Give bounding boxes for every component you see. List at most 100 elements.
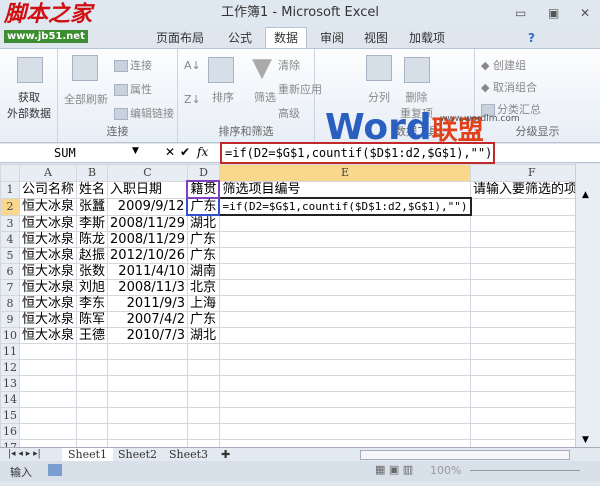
cell-F13[interactable] (470, 375, 575, 392)
cell-B14[interactable] (76, 391, 109, 408)
vertical-scrollbar[interactable]: ▲ ▼ (575, 164, 600, 447)
column-header-B[interactable]: B (76, 164, 109, 182)
cell-E12[interactable] (218, 359, 472, 376)
cell-C17[interactable] (107, 439, 188, 447)
cell-C9[interactable]: 2007/4/2 (107, 311, 188, 328)
column-header-A[interactable]: A (18, 164, 78, 182)
cell-F17[interactable] (470, 439, 575, 447)
cell-F12[interactable] (470, 359, 575, 376)
cell-B7[interactable]: 刘旭 (76, 279, 109, 296)
cell-E5[interactable] (218, 247, 472, 264)
view-buttons[interactable]: ▦ ▣ ▥ (375, 463, 413, 476)
tab-review[interactable]: 审阅 (312, 28, 352, 48)
tab-data[interactable]: 数据 (265, 27, 307, 49)
row-header[interactable]: 6 (0, 263, 20, 280)
cell-A12[interactable] (18, 359, 78, 376)
cell-A17[interactable] (18, 439, 78, 447)
horizontal-scrollbar[interactable] (360, 450, 570, 460)
select-all[interactable] (0, 164, 20, 182)
row-header[interactable]: 10 (0, 327, 20, 344)
cell-C2[interactable]: 2009/9/12 (107, 197, 188, 216)
cell-B9[interactable]: 陈军 (76, 311, 109, 328)
cell-B10[interactable]: 王德 (76, 327, 109, 344)
cell-F8[interactable] (470, 295, 575, 312)
cell-D13[interactable] (186, 375, 220, 392)
cell-A3[interactable]: 恒大冰泉 (18, 214, 78, 232)
cell-C7[interactable]: 2008/11/3 (107, 279, 188, 296)
cell-D1[interactable]: 籍贯 (186, 180, 221, 199)
row-header[interactable]: 15 (0, 407, 20, 424)
filter-button[interactable]: 筛选 (254, 89, 276, 105)
cell-A16[interactable] (18, 423, 78, 440)
cell-C10[interactable]: 2010/7/3 (107, 327, 188, 344)
edit-links-button[interactable]: 编辑链接 (114, 105, 174, 121)
maximize-icon[interactable]: ▣ (548, 6, 559, 20)
cell-B3[interactable]: 李斯 (76, 214, 109, 232)
cell-E11[interactable] (218, 343, 472, 360)
cell-E6[interactable] (218, 263, 472, 280)
cell-C12[interactable] (107, 359, 188, 376)
cell-A1[interactable]: 公司名称 (18, 180, 78, 199)
cell-D5[interactable]: 广东 (186, 247, 220, 264)
row-header[interactable]: 8 (0, 295, 20, 312)
zoom-level[interactable]: 100% (430, 464, 461, 477)
cell-A7[interactable]: 恒大冰泉 (18, 279, 78, 296)
cell-C15[interactable] (107, 407, 188, 424)
sort-desc-icon[interactable]: Z↓ (184, 93, 201, 106)
cell-F5[interactable] (470, 247, 575, 264)
row-header[interactable]: 1 (0, 180, 20, 199)
minimize-icon[interactable]: ▭ (515, 6, 526, 20)
help-icon[interactable]: ? (528, 31, 535, 45)
cell-C6[interactable]: 2011/4/10 (107, 263, 188, 280)
cell-A13[interactable] (18, 375, 78, 392)
spreadsheet-grid[interactable]: ABCDEFG 1公司名称姓名入职日期籍贯筛选项目编号请输入要筛选的项目广东2恒… (0, 164, 575, 447)
cell-A9[interactable]: 恒大冰泉 (18, 311, 78, 328)
row-header[interactable]: 4 (0, 231, 20, 248)
cell-E13[interactable] (218, 375, 472, 392)
cell-C14[interactable] (107, 391, 188, 408)
cell-D9[interactable]: 广东 (186, 311, 220, 328)
text-to-columns-button[interactable]: 分列 (368, 89, 390, 105)
sheet-tab-3[interactable]: Sheet3 (163, 448, 214, 462)
connections-button[interactable]: 连接 (114, 57, 152, 73)
cell-B8[interactable]: 李东 (76, 295, 109, 312)
cell-C1[interactable]: 入职日期 (107, 180, 188, 199)
tab-page-layout[interactable]: 页面布局 (150, 28, 210, 48)
sort-button[interactable]: 排序 (212, 89, 234, 105)
cell-F3[interactable] (470, 214, 575, 232)
cell-C5[interactable]: 2012/10/26 (107, 247, 188, 264)
sort-asc-icon[interactable]: A↓ (184, 59, 201, 72)
cell-A8[interactable]: 恒大冰泉 (18, 295, 78, 312)
row-header[interactable]: 17 (0, 439, 20, 447)
cell-E1[interactable]: 筛选项目编号 (218, 180, 472, 199)
cell-B5[interactable]: 赵振 (76, 247, 109, 264)
sheet-nav-icon[interactable]: |◂ ◂ ▸ ▸| (2, 448, 47, 462)
cell-F4[interactable] (470, 231, 575, 248)
row-header[interactable]: 5 (0, 247, 20, 264)
cell-D3[interactable]: 湖北 (186, 214, 220, 232)
cell-F11[interactable] (470, 343, 575, 360)
cell-E15[interactable] (218, 407, 472, 424)
cell-B16[interactable] (76, 423, 109, 440)
cell-B12[interactable] (76, 359, 109, 376)
properties-button[interactable]: 属性 (114, 81, 152, 97)
cell-A14[interactable] (18, 391, 78, 408)
cell-C13[interactable] (107, 375, 188, 392)
row-header[interactable]: 14 (0, 391, 20, 408)
cell-E7[interactable] (218, 279, 472, 296)
tab-view[interactable]: 视图 (358, 28, 394, 48)
row-header[interactable]: 11 (0, 343, 20, 360)
column-header-C[interactable]: C (107, 164, 188, 182)
cell-D4[interactable]: 广东 (186, 231, 220, 248)
cell-D16[interactable] (186, 423, 220, 440)
row-header[interactable]: 2 (0, 197, 20, 216)
clear-button[interactable]: 清除 (278, 57, 300, 73)
insert-function-icon[interactable]: fx (197, 145, 208, 159)
cell-F6[interactable] (470, 263, 575, 280)
cell-D10[interactable]: 湖北 (186, 327, 220, 344)
sheet-tab-2[interactable]: Sheet2 (112, 448, 163, 462)
tab-addins[interactable]: 加载项 (402, 28, 452, 48)
cell-C3[interactable]: 2008/11/29 (107, 214, 188, 232)
column-header-D[interactable]: D (186, 164, 220, 182)
chevron-down-icon[interactable]: ▼ (132, 146, 139, 156)
